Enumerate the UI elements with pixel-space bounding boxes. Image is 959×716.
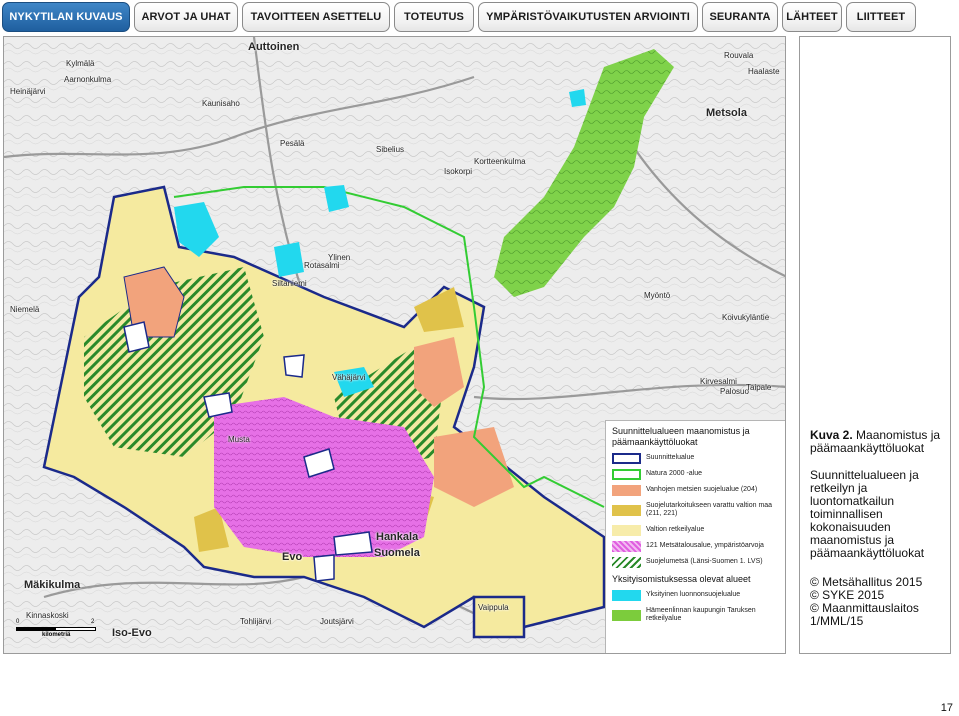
- legend-label: Suunnittelualue: [646, 454, 695, 461]
- place-label: Mäkikulma: [24, 579, 81, 591]
- place-label: Isokorpi: [444, 167, 473, 176]
- legend-label: Vanhojen metsien suojelualue (204): [646, 486, 758, 493]
- tab-nykytilan-kuvaus[interactable]: NYKYTILAN KUVAUS: [2, 2, 130, 32]
- place-label: Vähäjärvi: [332, 373, 366, 382]
- place-label: Koivukyläntie: [722, 313, 770, 322]
- legend-label: Natura 2000 -alue: [646, 470, 703, 477]
- place-label: Myöntö: [644, 291, 671, 300]
- place-label: Auttoinen: [248, 41, 300, 53]
- place-label: Kaunisaho: [202, 99, 240, 108]
- legend-item: 121 Metsätalousalue, ympäristöarvoja: [612, 540, 781, 552]
- figure-caption: Kuva 2. Maanomistus ja päämaankäyttöluok…: [799, 36, 951, 654]
- place-label: Palosuo: [720, 387, 749, 396]
- scale-bar-graphic: [16, 627, 96, 631]
- legend-swatch: [612, 524, 641, 536]
- legend-label: 121 Metsätalousalue, ympäristöarvoja: [646, 542, 764, 549]
- caption-label: Kuva 2.: [810, 428, 853, 442]
- place-label: Tohlijärvi: [240, 617, 272, 626]
- legend-item: Valtion retkeilyalue: [612, 524, 781, 536]
- place-label: Siltaniemi: [272, 279, 307, 288]
- map-legend: Suunnittelualueen maanomistus ja päämaan…: [605, 420, 785, 653]
- place-label: Joutsjärvi: [320, 617, 354, 626]
- place-label: Kinnaskoski: [26, 611, 69, 620]
- legend-label: Suojelutarkoitukseen varattu valtion maa…: [646, 502, 773, 517]
- tab-ymparistovaikutusten-arviointi[interactable]: YMPÄRISTÖVAIKUTUSTEN ARVIOINTI: [478, 2, 698, 32]
- legend-item: Hämeenlinnan kaupungin Taruksen retkeily…: [612, 605, 781, 625]
- place-label: Suomela: [374, 547, 420, 559]
- caption-title: Kuva 2. Maanomistus ja päämaankäyttöluok…: [810, 429, 942, 455]
- place-label: Sibelius: [376, 145, 405, 154]
- scale-end: 2: [91, 619, 95, 625]
- place-label: Ylinen: [328, 253, 351, 262]
- tab-toteutus[interactable]: TOTEUTUS: [394, 2, 474, 32]
- place-label: Haalaste: [748, 67, 780, 76]
- caption-credits: © Metsähallitus 2015 © SYKE 2015 © Maanm…: [810, 576, 942, 628]
- place-label: Hankala: [376, 531, 419, 543]
- credit-line: © Maanmittauslaitos 1/MML/15: [810, 601, 919, 628]
- scale-start: 0: [16, 619, 20, 625]
- page-number: 17: [940, 702, 953, 714]
- legend-swatch: [612, 540, 641, 552]
- legend-heading: Suunnittelualueen maanomistus ja päämaan…: [612, 426, 750, 447]
- legend-item: Vanhojen metsien suojelualue (204): [612, 484, 781, 496]
- legend-label: Valtion retkeilyalue: [646, 526, 705, 533]
- legend-item: Yksityinen luonnonsuojelualue: [612, 589, 781, 601]
- place-label: Metsola: [706, 107, 747, 119]
- place-label: Taipale: [746, 383, 772, 392]
- place-label: Niemelä: [10, 305, 40, 314]
- place-label: Aarnonkulma: [64, 75, 112, 84]
- place-label: Rotasalmi: [304, 261, 340, 270]
- tab-lahteet[interactable]: LÄHTEET: [782, 2, 842, 32]
- legend-swatch: [612, 452, 641, 464]
- caption-body: Suunnittelualueen ja retkeilyn ja luonto…: [810, 468, 925, 560]
- tab-arvot-ja-uhat[interactable]: ARVOT JA UHAT: [134, 2, 238, 32]
- place-label: Kortteenkulma: [474, 157, 526, 166]
- legend-label: Hämeenlinnan kaupungin Taruksen retkeily…: [646, 607, 756, 622]
- top-navigation: NYKYTILAN KUVAUS ARVOT JA UHAT TAVOITTEE…: [0, 0, 959, 34]
- legend-swatch: [612, 609, 641, 621]
- land-ownership-map: Auttoinen Aarnonkulma Heinäjärvi Kylmälä…: [3, 36, 786, 654]
- legend-swatch: [612, 484, 641, 496]
- place-label: Evo: [282, 551, 303, 563]
- legend-item: Suojelumetsä (Länsi-Suomen 1. LVS): [612, 556, 781, 568]
- place-label: Iso-Evo: [112, 627, 152, 639]
- tab-seuranta[interactable]: SEURANTA: [702, 2, 778, 32]
- scale-bar: 0 2 kilometriä: [16, 619, 98, 643]
- legend-swatch: [612, 556, 641, 568]
- legend-swatch: [612, 504, 641, 516]
- place-label: Kylmälä: [66, 59, 95, 68]
- legend-item: Suojelutarkoitukseen varattu valtion maa…: [612, 500, 781, 520]
- legend-swatch: [612, 589, 641, 601]
- legend-heading: Yksityisomistuksessa olevat alueet: [612, 574, 751, 584]
- tab-tavoitteen-asettelu[interactable]: TAVOITTEEN ASETTELU: [242, 2, 390, 32]
- place-label: Kirvesalmi: [700, 377, 737, 386]
- legend-label: Suojelumetsä (Länsi-Suomen 1. LVS): [646, 558, 763, 565]
- tab-liitteet[interactable]: LIITTEET: [846, 2, 916, 32]
- legend-item: Natura 2000 -alue: [612, 468, 781, 480]
- place-label: Musta: [228, 435, 250, 444]
- legend-label: Yksityinen luonnonsuojelualue: [646, 591, 741, 598]
- place-label: Rouvala: [724, 51, 754, 60]
- scale-unit: kilometriä: [42, 632, 71, 638]
- place-label: Vaippula: [478, 603, 509, 612]
- place-label: Heinäjärvi: [10, 87, 46, 96]
- place-label: Pesälä: [280, 139, 305, 148]
- legend-item: Suunnittelualue: [612, 452, 781, 464]
- legend-swatch: [612, 468, 641, 480]
